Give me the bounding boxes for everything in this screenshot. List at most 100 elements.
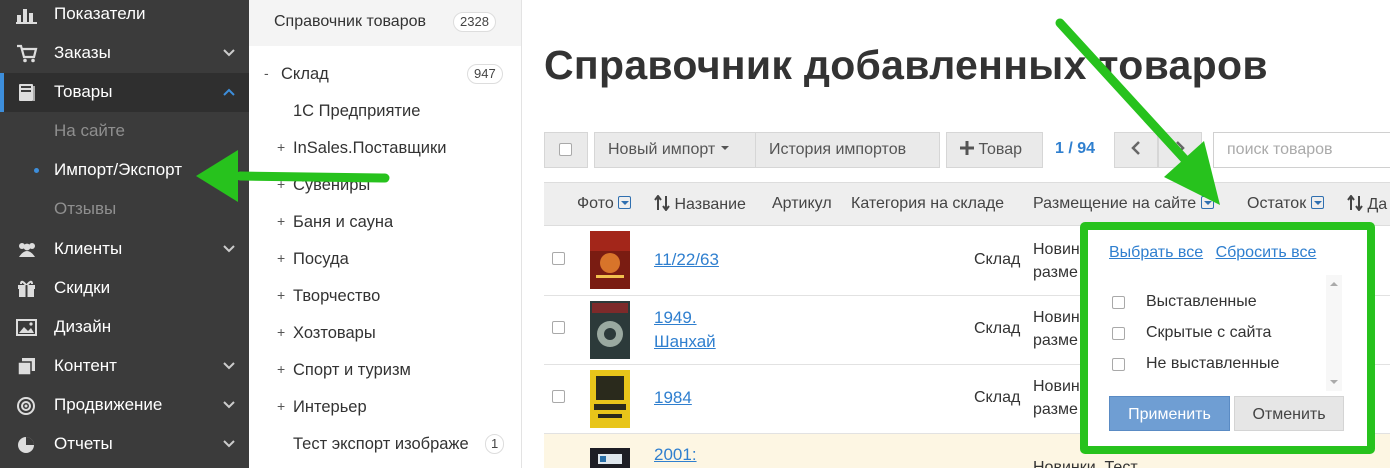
category-item[interactable]: Тест экспорт изображе 1 [249, 426, 521, 463]
category-label: Сувениры [293, 176, 371, 194]
column-date[interactable]: Да [1347, 194, 1387, 214]
expand-toggle[interactable]: + [277, 139, 285, 155]
scroll-up-icon[interactable] [1326, 279, 1342, 289]
import-history-button[interactable]: История импортов [755, 132, 940, 168]
sidebar-item-content[interactable]: Контент [0, 347, 249, 386]
options-scrollbar[interactable] [1326, 275, 1342, 391]
category-item[interactable]: + Сувениры [249, 167, 521, 204]
count-badge: 1 [485, 434, 505, 454]
sidebar-subitem-reviews[interactable]: Отзывы [0, 190, 249, 229]
chevron-down-icon [223, 245, 235, 253]
sort-icon[interactable] [1347, 194, 1363, 212]
pie-chart-icon [18, 437, 34, 453]
sidebar-item-reports[interactable]: Отчеты [0, 425, 249, 464]
filter-dropdown-icon[interactable] [618, 196, 632, 209]
row-checkbox[interactable] [552, 321, 565, 334]
placement-cell: разме [1033, 401, 1078, 418]
row-checkbox[interactable] [552, 252, 565, 265]
expand-toggle[interactable]: + [277, 176, 285, 192]
product-link[interactable]: 2001: [654, 442, 697, 467]
category-item[interactable]: 1С Предприятие [249, 93, 521, 130]
cancel-button[interactable]: Отменить [1234, 396, 1344, 431]
next-page-button[interactable] [1158, 132, 1202, 168]
caret-down-icon [720, 146, 729, 150]
product-thumbnail[interactable] [590, 301, 630, 359]
search-input[interactable]: поиск товаров [1213, 132, 1390, 168]
bar-chart-icon [16, 9, 37, 24]
add-product-button[interactable]: Товар [946, 132, 1043, 168]
expand-toggle[interactable]: + [277, 398, 285, 414]
category-cell: Склад [974, 320, 1021, 337]
category-item[interactable]: + Интерьер [249, 389, 521, 426]
select-all-checkbox-button[interactable] [544, 132, 588, 168]
sidebar-item-design[interactable]: Дизайн [0, 308, 249, 347]
sidebar-item-label: Отчеты [54, 434, 113, 453]
column-label: Размещение на сайте [1033, 195, 1197, 212]
product-thumbnail[interactable] [590, 370, 630, 428]
target-icon [17, 397, 35, 415]
sidebar-item-dashboard[interactable]: Показатели [0, 0, 249, 34]
sidebar-item-promotion[interactable]: Продвижение [0, 386, 249, 425]
category-label: InSales.Поставщики [293, 139, 447, 157]
column-photo[interactable]: Фото [577, 195, 632, 213]
placement-cell: Новинки, Тест [1033, 459, 1138, 468]
new-import-button[interactable]: Новый импорт [594, 132, 756, 168]
filter-dropdown-icon[interactable] [1200, 196, 1214, 209]
category-item[interactable]: + Хозтовары [249, 315, 521, 352]
category-item-sklad[interactable]: - Склад 947 [249, 56, 521, 93]
sidebar-subitem-on-site[interactable]: На сайте [0, 112, 249, 151]
column-placement[interactable]: Размещение на сайте [1033, 195, 1214, 213]
row-checkbox[interactable] [552, 390, 565, 403]
category-item[interactable]: + Творчество [249, 278, 521, 315]
column-stock[interactable]: Остаток [1247, 195, 1324, 213]
option-checkbox[interactable] [1112, 296, 1125, 309]
select-all-checkbox[interactable] [559, 143, 572, 156]
category-panel-header[interactable]: Справочник товаров 2328 [249, 0, 521, 46]
pagination-indicator[interactable]: 1 / 94 [1055, 140, 1095, 158]
apply-button[interactable]: Применить [1109, 396, 1230, 431]
sidebar-item-orders[interactable]: Заказы [0, 34, 249, 73]
option-checkbox[interactable] [1112, 358, 1125, 371]
sidebar-item-products[interactable]: Товары [0, 73, 249, 112]
product-link[interactable]: 1984 [654, 385, 692, 410]
filter-dropdown-icon[interactable] [1310, 196, 1324, 209]
option-checkbox[interactable] [1112, 327, 1125, 340]
placement-filter-popup: Выбрать все Сбросить все Выставленные Ск… [1080, 222, 1375, 454]
product-thumbnail[interactable] [590, 448, 630, 468]
expand-toggle[interactable]: + [277, 324, 285, 340]
sidebar-item-clients[interactable]: Клиенты [0, 230, 249, 269]
expand-toggle[interactable]: + [277, 287, 285, 303]
product-link[interactable]: 1949. [654, 305, 697, 330]
product-link[interactable]: 11/22/63 [654, 247, 719, 272]
reset-all-link[interactable]: Сбросить все [1216, 244, 1317, 261]
category-item[interactable]: + Посуда [249, 241, 521, 278]
category-label: Баня и сауна [293, 213, 394, 231]
table-header: Фото Название Артикул Категория на склад… [544, 182, 1390, 226]
sidebar-item-discounts[interactable]: Скидки [0, 269, 249, 308]
column-name[interactable]: Название [654, 194, 746, 214]
sidebar-subitem-label: На сайте [54, 121, 125, 140]
expand-toggle[interactable]: + [277, 213, 285, 229]
expand-toggle[interactable]: + [277, 361, 285, 377]
chevron-down-icon [223, 401, 235, 409]
page-title: Справочник добавленных товаров [544, 42, 1268, 88]
product-link[interactable]: Шанхай [654, 329, 716, 354]
sidebar-item-label: Продвижение [54, 395, 163, 414]
collapse-toggle[interactable]: - [264, 65, 269, 81]
category-item[interactable]: + Спорт и туризм [249, 352, 521, 389]
sidebar-item-label: Заказы [54, 43, 111, 62]
sort-icon[interactable] [654, 194, 670, 212]
column-sku[interactable]: Артикул [772, 195, 832, 213]
option-label: Выставленные [1146, 293, 1257, 310]
chevron-down-icon [223, 362, 235, 370]
category-item[interactable]: + Баня и сауна [249, 204, 521, 241]
category-item[interactable]: + InSales.Поставщики [249, 130, 521, 167]
product-thumbnail[interactable] [590, 231, 630, 289]
select-all-link[interactable]: Выбрать все [1109, 244, 1203, 261]
sidebar-subitem-import-export[interactable]: Импорт/Экспорт [0, 151, 249, 190]
expand-toggle[interactable]: + [277, 250, 285, 266]
chevron-right-icon [1176, 141, 1185, 155]
scroll-down-icon[interactable] [1326, 377, 1342, 387]
column-category[interactable]: Категория на складе [851, 195, 1004, 213]
prev-page-button[interactable] [1114, 132, 1158, 168]
